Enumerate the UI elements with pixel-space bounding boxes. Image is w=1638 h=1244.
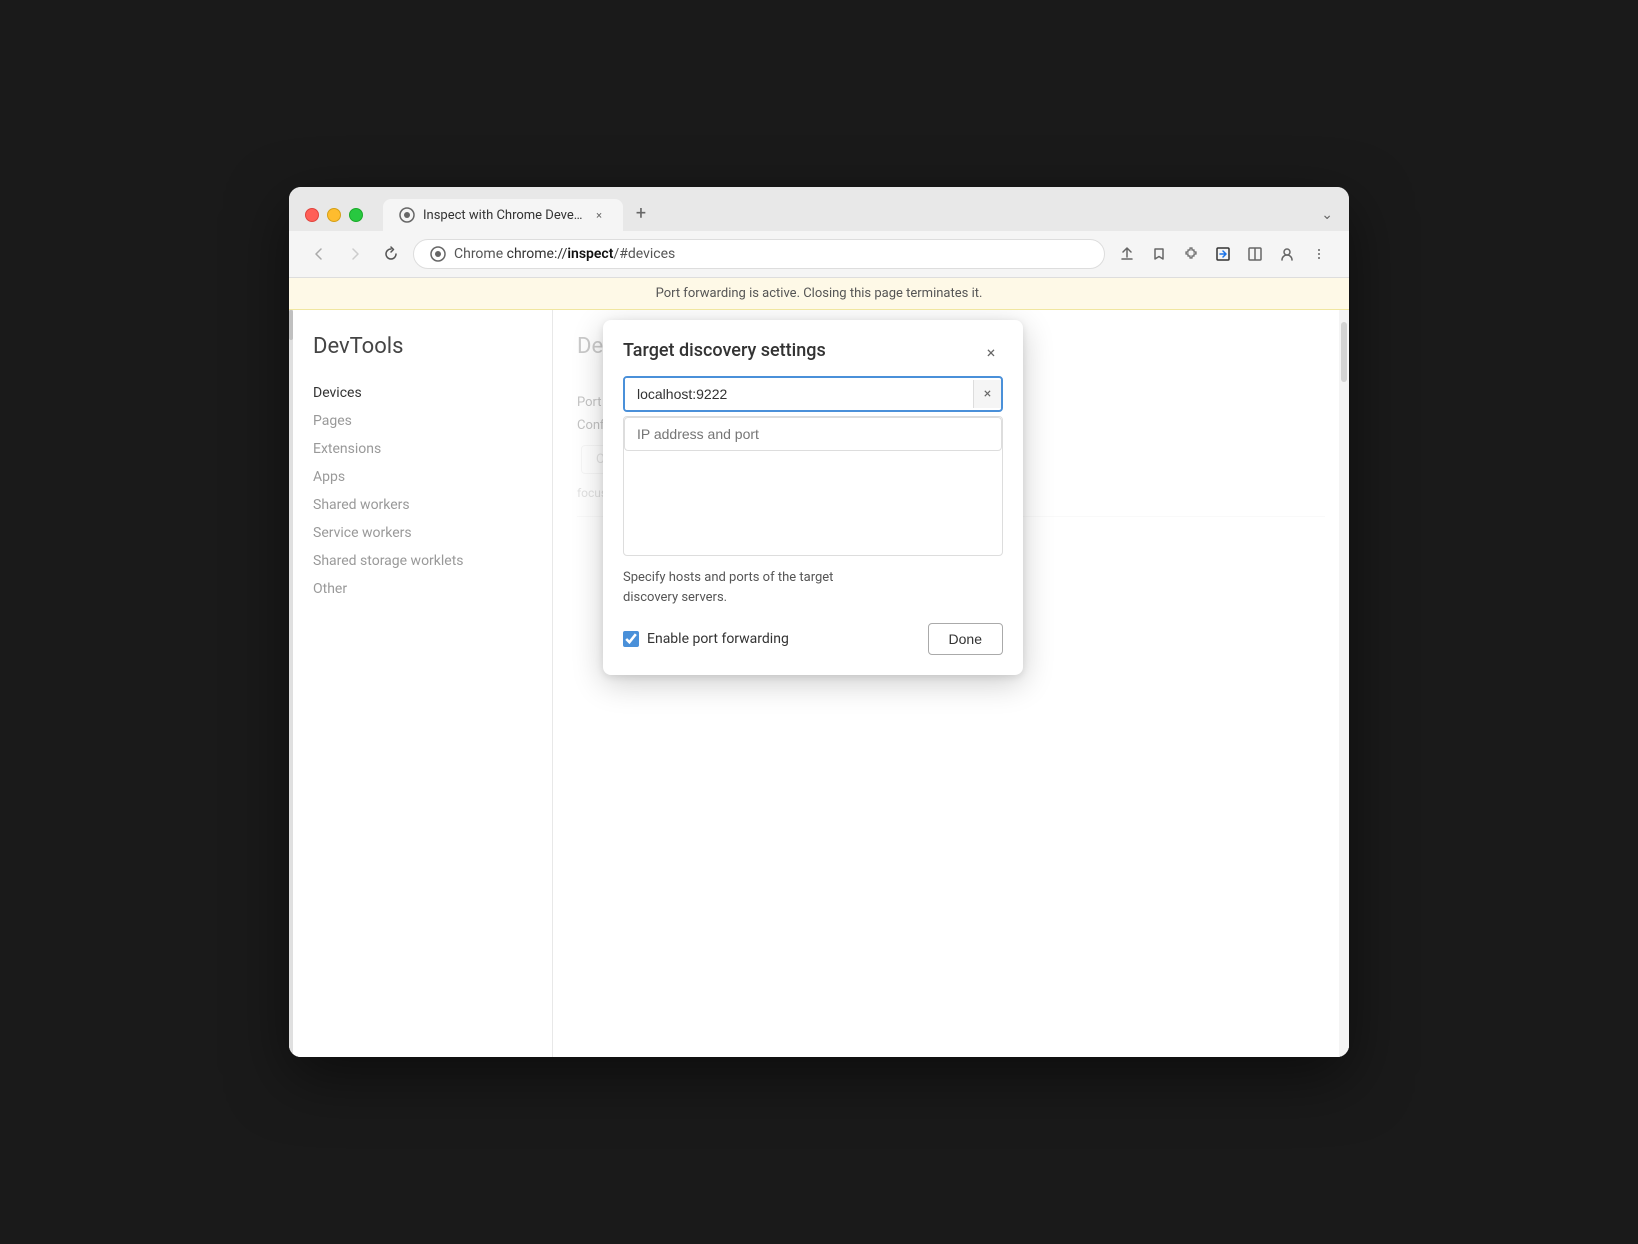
- devtools-icon[interactable]: [1209, 240, 1237, 268]
- sidebar-item-devices[interactable]: Devices: [313, 379, 532, 407]
- sidebar-item-apps[interactable]: Apps: [313, 463, 532, 491]
- modal-body: × Specify hosts and ports of the targetd…: [603, 376, 1023, 675]
- menu-icon[interactable]: [1305, 240, 1333, 268]
- traffic-lights: [305, 208, 363, 222]
- maximize-button[interactable]: [349, 208, 363, 222]
- close-tab-icon[interactable]: ×: [591, 207, 607, 223]
- tab-title: Inspect with Chrome Develope: [423, 208, 583, 223]
- clear-input-button[interactable]: ×: [973, 380, 1001, 408]
- done-button[interactable]: Done: [928, 623, 1003, 655]
- nav-actions: [1113, 240, 1333, 268]
- port-forwarding-checkbox-label[interactable]: Enable port forwarding: [623, 631, 789, 647]
- left-scroll-indicator: [289, 310, 293, 340]
- sidebar-item-service-workers[interactable]: Service workers: [313, 519, 532, 547]
- sidebar-item-extensions[interactable]: Extensions: [313, 435, 532, 463]
- description-text: Specify hosts and ports of the targetdis…: [623, 568, 1003, 607]
- extensions-icon[interactable]: [1177, 240, 1205, 268]
- share-icon[interactable]: [1113, 240, 1141, 268]
- modal-footer: Enable port forwarding Done: [623, 623, 1003, 655]
- address-text: Chrome chrome://inspect/#devices: [454, 246, 675, 262]
- sidebar-title: DevTools: [313, 334, 532, 359]
- address-bar[interactable]: Chrome chrome://inspect/#devices: [413, 239, 1105, 269]
- sidebar-item-shared-workers[interactable]: Shared workers: [313, 491, 532, 519]
- address-favicon-icon: [430, 246, 446, 262]
- new-tab-button[interactable]: +: [627, 199, 655, 227]
- main-content: DevTools Devices Pages Extensions Apps S…: [289, 310, 1349, 1057]
- tab-favicon-icon: [399, 207, 415, 223]
- sidebarview-icon[interactable]: [1241, 240, 1269, 268]
- close-button[interactable]: [305, 208, 319, 222]
- notification-bar: Port forwarding is active. Closing this …: [289, 278, 1349, 310]
- content-area: Devices Port forwarding... Configure... …: [553, 310, 1349, 1057]
- sidebar-item-other[interactable]: Other: [313, 575, 532, 603]
- host-input[interactable]: [625, 378, 973, 410]
- reload-button[interactable]: [377, 240, 405, 268]
- bookmark-icon[interactable]: [1145, 240, 1173, 268]
- profile-icon[interactable]: [1273, 240, 1301, 268]
- back-button[interactable]: [305, 240, 333, 268]
- active-tab[interactable]: Inspect with Chrome Develope ×: [383, 199, 623, 231]
- sidebar: DevTools Devices Pages Extensions Apps S…: [293, 310, 553, 1057]
- title-bar: Inspect with Chrome Develope × + ⌄: [289, 187, 1349, 231]
- target-discovery-modal: Target discovery settings × ×: [603, 320, 1023, 675]
- forward-button[interactable]: [341, 240, 369, 268]
- checkbox-text: Enable port forwarding: [647, 631, 789, 647]
- new-entry-input[interactable]: [624, 417, 1002, 451]
- modal-title: Target discovery settings: [623, 340, 826, 361]
- nav-bar: Chrome chrome://inspect/#devices: [289, 231, 1349, 278]
- tab-bar: Inspect with Chrome Develope × + ⌄: [383, 199, 1333, 231]
- entries-area: [623, 416, 1003, 556]
- sidebar-item-shared-storage[interactable]: Shared storage worklets: [313, 547, 532, 575]
- minimize-button[interactable]: [327, 208, 341, 222]
- host-input-row: ×: [623, 376, 1003, 412]
- left-indicator: [289, 310, 293, 1057]
- modal-header: Target discovery settings ×: [603, 320, 1023, 376]
- modal-close-button[interactable]: ×: [979, 340, 1003, 364]
- tab-overflow-icon[interactable]: ⌄: [1321, 207, 1333, 223]
- modal-overlay: Target discovery settings × ×: [553, 310, 1349, 1057]
- notification-text: Port forwarding is active. Closing this …: [656, 286, 983, 301]
- browser-window: Inspect with Chrome Develope × + ⌄: [289, 187, 1349, 1057]
- enable-port-forwarding-checkbox[interactable]: [623, 631, 639, 647]
- sidebar-item-pages[interactable]: Pages: [313, 407, 532, 435]
